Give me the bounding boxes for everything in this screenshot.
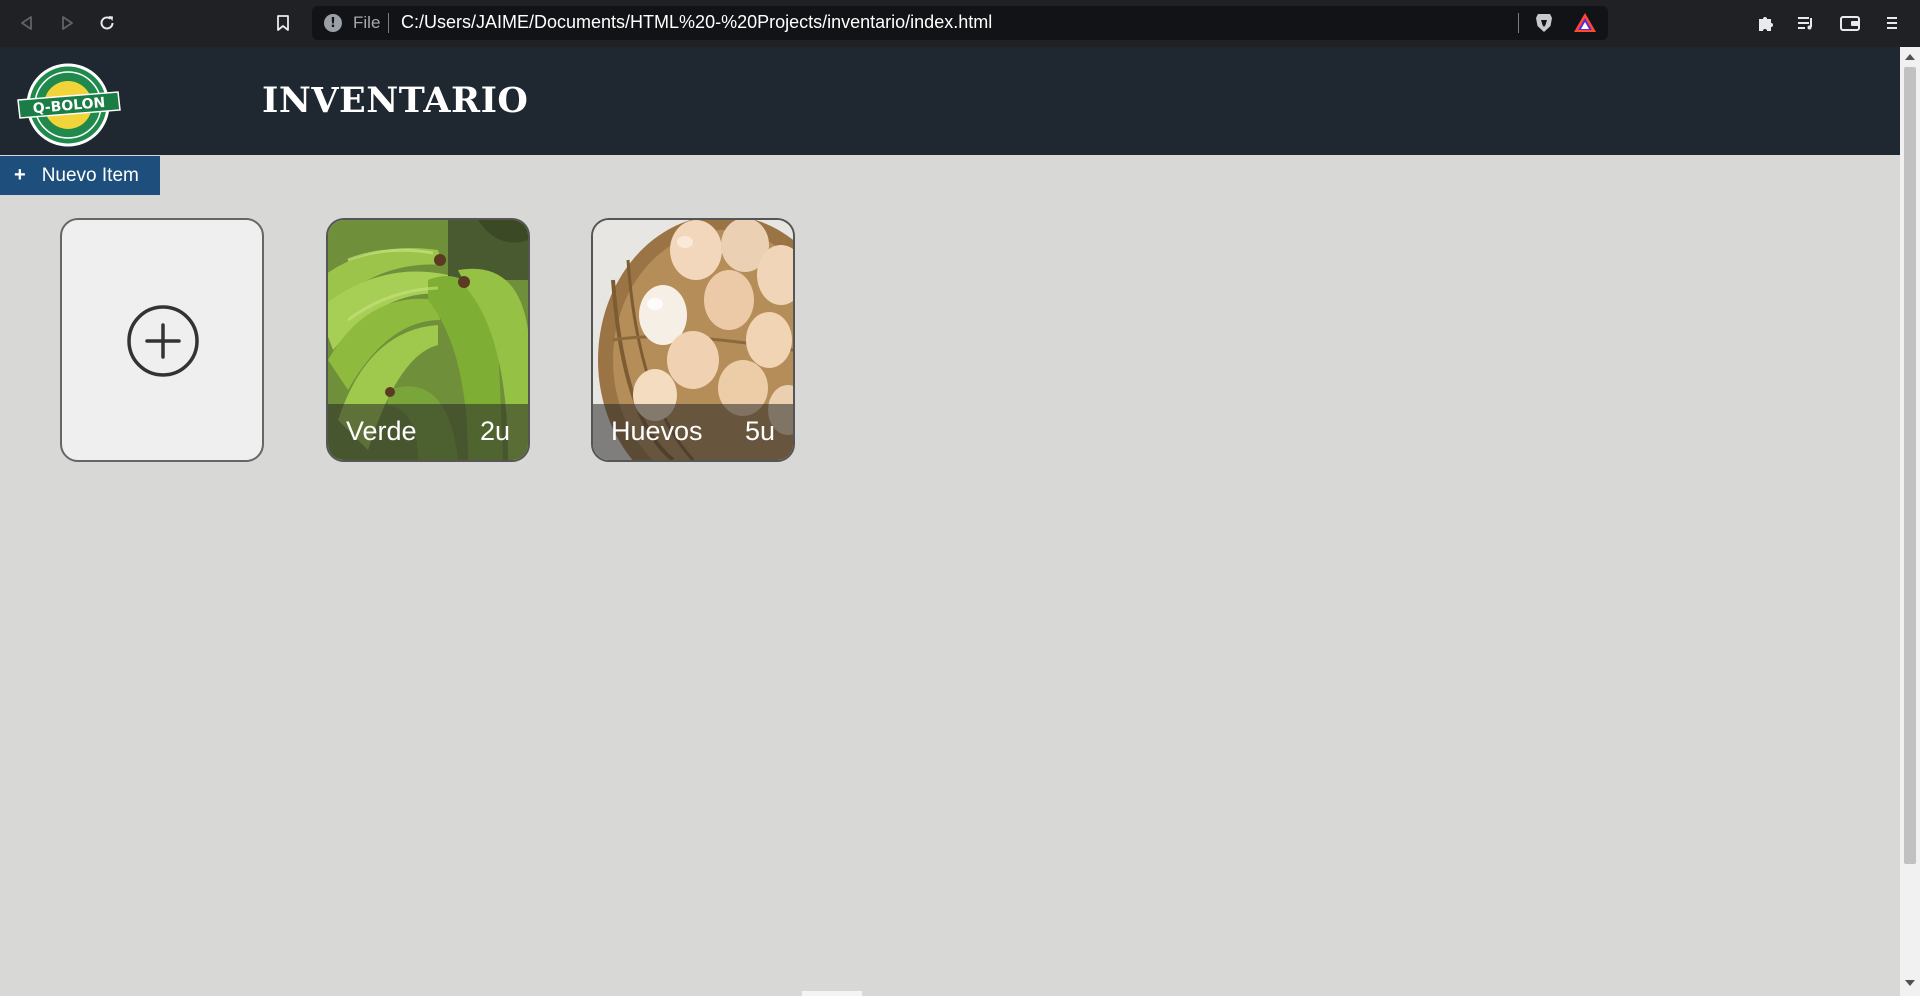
brave-rewards-icon[interactable] bbox=[1573, 12, 1597, 34]
scroll-down-icon[interactable] bbox=[1905, 980, 1915, 986]
wallet-button[interactable] bbox=[1836, 9, 1864, 37]
back-icon bbox=[21, 16, 32, 30]
add-item-card[interactable] bbox=[60, 218, 264, 462]
media-button[interactable] bbox=[1792, 9, 1820, 37]
address-divider-right bbox=[1518, 13, 1519, 33]
add-circle-icon bbox=[127, 305, 199, 377]
media-icon bbox=[1798, 17, 1812, 30]
url-text[interactable]: C:/Users/JAIME/Documents/HTML%20-%20Proj… bbox=[401, 12, 992, 33]
item-card[interactable]: Verde 2u bbox=[326, 218, 530, 462]
reload-icon bbox=[100, 16, 114, 30]
forward-icon bbox=[62, 16, 73, 30]
item-name: Verde bbox=[346, 416, 417, 446]
page-scrollbar[interactable] bbox=[1900, 47, 1920, 996]
forward-button[interactable] bbox=[52, 8, 82, 38]
info-icon[interactable]: ! bbox=[324, 14, 342, 32]
scrollbar-thumb[interactable] bbox=[1904, 67, 1916, 864]
extensions-button[interactable] bbox=[1752, 9, 1780, 37]
scroll-up-icon[interactable] bbox=[1905, 54, 1915, 60]
url-scheme: File bbox=[353, 13, 381, 32]
plus-icon: + bbox=[14, 164, 26, 186]
page-title: INVENTARIO bbox=[262, 80, 529, 121]
address-divider bbox=[388, 13, 389, 33]
item-quantity: 2u bbox=[479, 416, 510, 446]
q-bolon-logo: Q-BOLON bbox=[17, 63, 121, 147]
address-bar[interactable]: ! File C:/Users/JAIME/Documents/HTML%20-… bbox=[312, 6, 1608, 40]
item-quantity: 5u bbox=[744, 416, 775, 446]
reload-button[interactable] bbox=[92, 8, 122, 38]
brave-shield-icon[interactable] bbox=[1532, 11, 1556, 35]
horizontal-scroll-indicator bbox=[802, 991, 862, 996]
new-item-label: Nuevo Item bbox=[41, 164, 139, 186]
menu-icon bbox=[1887, 17, 1897, 29]
item-card[interactable]: Huevos 5u bbox=[591, 218, 795, 462]
bookmark-icon bbox=[277, 15, 289, 31]
wallet-icon bbox=[1840, 16, 1860, 31]
menu-button[interactable] bbox=[1878, 9, 1906, 37]
new-item-button[interactable]: + Nuevo Item bbox=[0, 156, 160, 195]
bookmark-button[interactable] bbox=[268, 8, 298, 38]
card-caption: Verde 2u bbox=[328, 404, 528, 460]
extensions-icon bbox=[1759, 17, 1773, 31]
card-caption: Huevos 5u bbox=[593, 404, 793, 460]
item-name: Huevos bbox=[611, 416, 703, 446]
browser-toolbar: ! File C:/Users/JAIME/Documents/HTML%20-… bbox=[0, 0, 1920, 47]
back-button[interactable] bbox=[12, 8, 42, 38]
